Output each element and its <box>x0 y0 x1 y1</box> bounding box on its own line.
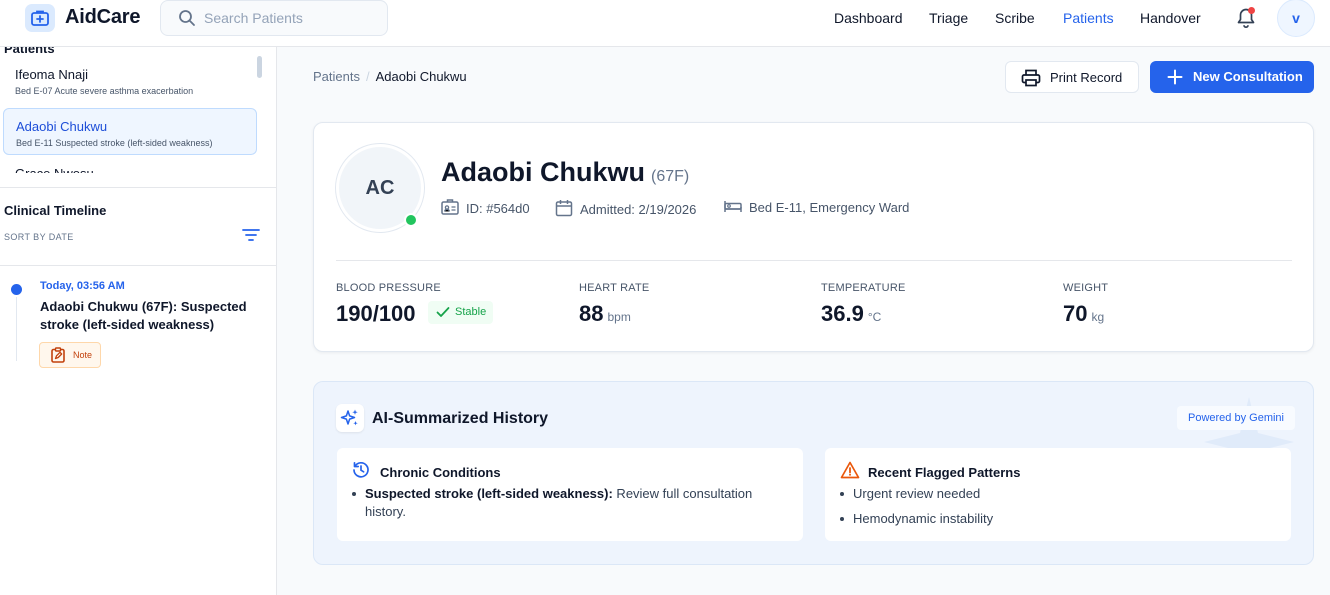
search-box[interactable] <box>160 0 388 36</box>
vital-unit-hr: bpm <box>607 310 631 324</box>
sidebar: Patients Ifeoma Nnaji Bed E-07 Acute sev… <box>0 47 277 595</box>
ai-summary-title: AI-Summarized History <box>372 410 549 427</box>
sparkles-icon <box>340 408 360 433</box>
patient-age-sex: (67F) <box>651 168 690 185</box>
print-record-button[interactable]: Print Record <box>1005 61 1139 93</box>
vital-value-hr: 88 bpm <box>579 301 631 326</box>
history-icon <box>352 461 370 484</box>
calendar-icon <box>555 199 573 220</box>
note-tag-label: Note <box>73 350 93 360</box>
search-icon <box>178 9 196 32</box>
top-bar: AidCare Dashboard Triage Scribe Patients… <box>0 0 1330 47</box>
patient-id-text: ID: #564d0 <box>466 201 530 216</box>
chronic-conditions-title: Chronic Conditions <box>380 465 501 480</box>
breadcrumb: Patients / Adaobi Chukwu <box>313 69 467 84</box>
breadcrumb-current: Adaobi Chukwu <box>375 69 467 84</box>
chronic-conditions-list: Suspected stroke (left-sided weakness): … <box>351 485 771 521</box>
patient-item-adaobi-chukwu[interactable]: Adaobi Chukwu Bed E-11 Suspected stroke … <box>3 108 257 155</box>
card-divider <box>336 260 1292 261</box>
sidebar-divider <box>0 187 276 188</box>
new-consultation-button[interactable]: New Consultation <box>1150 61 1314 93</box>
new-consultation-label: New Consultation <box>1193 69 1303 84</box>
patient-item-partial[interactable]: Grace Nwosu <box>15 166 94 173</box>
breadcrumb-separator: / <box>365 69 370 84</box>
timeline-line <box>16 297 17 361</box>
vital-value-bp: 190/100 <box>336 301 416 326</box>
id-card-icon <box>441 199 459 218</box>
timeline-entry-time: Today, 03:56 AM <box>40 280 125 292</box>
sidebar-divider <box>0 265 276 266</box>
patient-admitted: Admitted: 2/19/2026 <box>555 199 696 220</box>
patient-subtitle: Bed E-11 Suspected stroke (left-sided we… <box>16 138 213 148</box>
patient-item-ifeoma-nnaji[interactable]: Ifeoma Nnaji Bed E-07 Acute severe asthm… <box>3 57 257 104</box>
patient-bed-text: Bed E-11, Emergency Ward <box>749 200 910 215</box>
flagged-patterns-card: Recent Flagged Patterns Urgent review ne… <box>825 448 1291 541</box>
online-status-dot <box>404 213 418 227</box>
patient-id: ID: #564d0 <box>441 199 530 218</box>
powered-by-badge: Powered by Gemini <box>1177 406 1295 430</box>
note-tag[interactable]: Note <box>39 342 101 368</box>
nav-triage[interactable]: Triage <box>929 10 968 26</box>
flagged-patterns-title: Recent Flagged Patterns <box>868 465 1021 480</box>
patient-name: Ifeoma Nnaji <box>15 67 88 82</box>
vital-unit-weight: kg <box>1091 310 1105 324</box>
nav-dashboard[interactable]: Dashboard <box>834 10 903 26</box>
nav-patients[interactable]: Patients <box>1063 10 1114 26</box>
timeline-title: Clinical Timeline <box>4 203 107 218</box>
patient-admitted-text: Admitted: 2/19/2026 <box>580 202 697 217</box>
user-avatar[interactable]: v <box>1277 0 1315 37</box>
list-item: Urgent review needed <box>839 485 1259 503</box>
filter-icon[interactable] <box>242 228 260 247</box>
warning-icon <box>840 461 860 484</box>
brand-name[interactable]: AidCare <box>65 6 140 29</box>
timeline-entry-text[interactable]: Adaobi Chukwu (67F): Suspected stroke (l… <box>40 298 260 334</box>
vital-label-temp: TEMPERATURE <box>821 282 906 294</box>
medical-kit-icon[interactable] <box>25 4 55 32</box>
patients-heading: Patients <box>4 47 55 56</box>
status-badge: Stable <box>428 301 493 324</box>
vital-value-temp: 36.9 °C <box>821 301 882 326</box>
clipboard-edit-icon <box>50 347 66 368</box>
vital-unit-temp: °C <box>867 310 882 324</box>
patient-subtitle: Bed E-07 Acute severe asthma exacerbatio… <box>15 86 194 96</box>
vital-label-bp: BLOOD PRESSURE <box>336 282 441 294</box>
timeline-dot <box>11 284 22 295</box>
nav-handover[interactable]: Handover <box>1140 10 1201 26</box>
bed-icon <box>724 199 742 216</box>
flagged-patterns-list: Urgent review needed Hemodynamic instabi… <box>839 485 1259 535</box>
ai-summary-panel: AI-Summarized History Powered by Gemini … <box>313 381 1314 565</box>
patient-bed: Bed E-11, Emergency Ward <box>724 199 909 216</box>
timeline-sort-label: SORT BY DATE <box>4 232 74 242</box>
patient-name: Adaobi Chukwu <box>16 119 108 134</box>
patient-list-scrollbar[interactable] <box>257 56 262 78</box>
notification-dot <box>1248 7 1255 14</box>
vital-label-hr: HEART RATE <box>579 282 650 294</box>
check-icon <box>436 306 450 321</box>
nav-scribe[interactable]: Scribe <box>995 10 1035 26</box>
vital-label-weight: WEIGHT <box>1063 282 1109 294</box>
breadcrumb-patients[interactable]: Patients <box>313 69 360 84</box>
ai-icon-box <box>336 404 364 432</box>
plus-icon <box>1167 69 1183 88</box>
patient-card: AC Adaobi Chukwu (67F) ID: #564d0 Admitte… <box>313 122 1314 352</box>
print-record-label: Print Record <box>1050 70 1123 85</box>
patient-name-heading: Adaobi Chukwu (67F) <box>441 157 690 187</box>
status-badge-label: Stable <box>455 306 487 318</box>
chronic-conditions-card: Chronic Conditions Suspected stroke (lef… <box>337 448 803 541</box>
list-item: Suspected stroke (left-sided weakness): … <box>351 485 771 521</box>
vital-value-weight: 70 kg <box>1063 301 1105 326</box>
search-input[interactable] <box>204 7 379 29</box>
list-item: Hemodynamic instability <box>839 510 1259 528</box>
printer-icon <box>1021 69 1041 90</box>
